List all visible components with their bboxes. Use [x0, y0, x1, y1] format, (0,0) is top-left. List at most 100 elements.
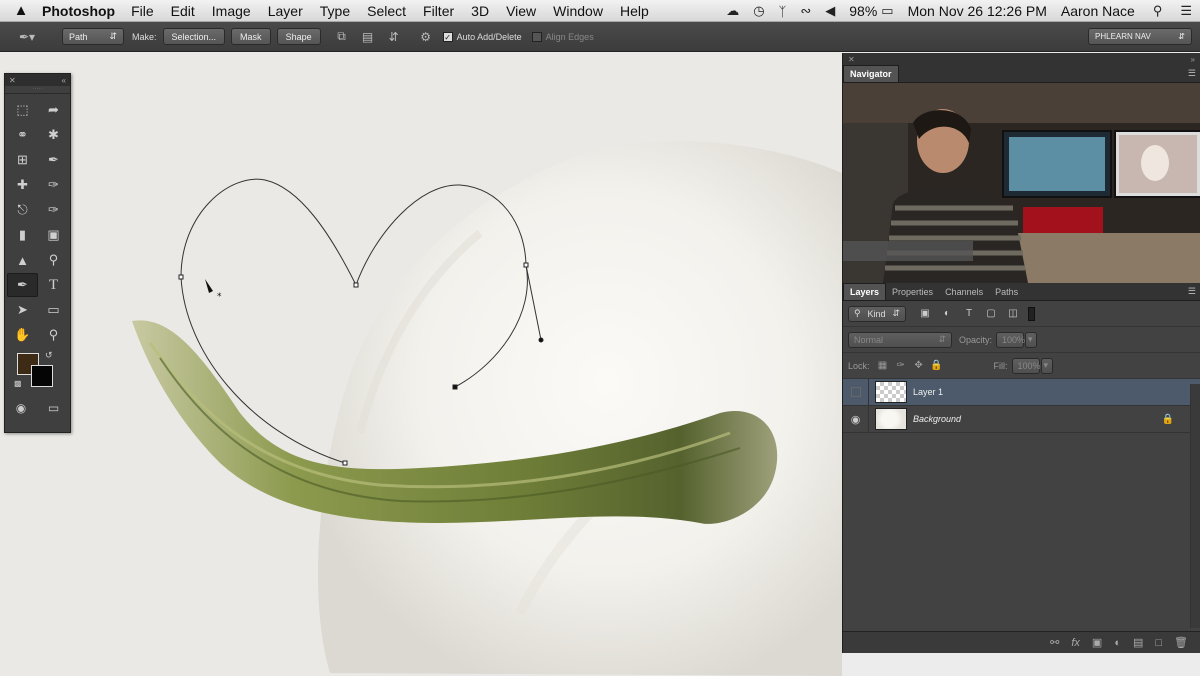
default-colors-icon[interactable]: ▩: [14, 379, 22, 388]
document-canvas[interactable]: *: [0, 53, 842, 676]
layer-name[interactable]: Layer 1: [913, 387, 943, 397]
panel-menu-icon[interactable]: ☰: [1188, 68, 1196, 79]
add-mask-icon[interactable]: ▣: [1092, 636, 1102, 649]
fill-dropdown-icon[interactable]: ▾: [1040, 357, 1053, 374]
marquee-tool-icon[interactable]: ⬚: [7, 98, 38, 122]
collapse-icon[interactable]: «: [62, 76, 66, 85]
dodge-tool-icon[interactable]: ⚲: [38, 248, 69, 272]
close-icon[interactable]: ✕: [9, 76, 16, 85]
crop-tool-icon[interactable]: ⊞: [7, 148, 38, 172]
pen-mode-select[interactable]: Path ⇵: [62, 28, 124, 45]
lock-transparent-pixels-icon[interactable]: ▦: [874, 360, 892, 371]
menu-image[interactable]: Image: [212, 3, 251, 19]
menu-view[interactable]: View: [506, 3, 536, 19]
path-alignment-icon[interactable]: ▤: [359, 30, 377, 44]
tab-layers[interactable]: Layers: [843, 283, 887, 300]
layer-style-fx-icon[interactable]: fx: [1071, 637, 1080, 649]
menu-type[interactable]: Type: [320, 3, 350, 19]
make-selection-button[interactable]: Selection...: [162, 28, 226, 45]
type-tool-icon[interactable]: T: [38, 273, 69, 297]
menu-file[interactable]: File: [131, 3, 154, 19]
auto-add-delete-checkbox[interactable]: ✓: [442, 31, 453, 42]
clone-stamp-tool-icon[interactable]: ⎋: [7, 198, 38, 222]
pen-tool-icon[interactable]: ✒: [7, 273, 38, 297]
menu-select[interactable]: Select: [367, 3, 406, 19]
adjustment-layer-icon[interactable]: ◐: [1114, 637, 1121, 649]
filter-pixel-icon[interactable]: ▣: [914, 308, 936, 319]
eyedropper-tool-icon[interactable]: ✒: [38, 148, 69, 172]
gradient-tool-icon[interactable]: ▣: [38, 223, 69, 247]
brush-tool-icon[interactable]: ✑: [38, 173, 69, 197]
panel-grip[interactable]: ·····: [5, 86, 70, 94]
pen-tool-preset-icon[interactable]: ✒▾: [14, 30, 40, 44]
settings-gear-icon[interactable]: ⚙: [417, 30, 435, 44]
new-group-icon[interactable]: ▤: [1133, 636, 1143, 649]
make-mask-button[interactable]: Mask: [231, 28, 271, 45]
battery-icon[interactable]: ▭: [881, 3, 893, 19]
link-layers-icon[interactable]: ⚯: [1050, 636, 1059, 649]
layers-scrollbar[interactable]: [1190, 384, 1200, 628]
filter-smart-object-icon[interactable]: ◫: [1002, 308, 1024, 319]
hand-tool-icon[interactable]: ✋: [7, 323, 38, 347]
history-brush-tool-icon[interactable]: ✑: [38, 198, 69, 222]
list-icon[interactable]: ☰: [1180, 3, 1192, 19]
apple-menu-icon[interactable]: ▲: [0, 2, 42, 19]
navigator-preview[interactable]: [843, 83, 1200, 283]
swap-colors-icon[interactable]: ↺: [45, 350, 53, 361]
search-icon[interactable]: ⚲: [1153, 3, 1163, 19]
collapse-icon[interactable]: »: [1191, 55, 1195, 64]
layer-filter-kind-select[interactable]: ⚲ Kind ⇵: [848, 305, 906, 322]
screen-mode-icon[interactable]: ▭: [48, 401, 59, 415]
opacity-field[interactable]: 100%: [996, 331, 1025, 348]
panel-menu-icon[interactable]: ☰: [1188, 286, 1196, 297]
bluetooth-icon[interactable]: ᛉ: [779, 4, 787, 19]
healing-brush-tool-icon[interactable]: ✚: [7, 173, 38, 197]
tab-navigator[interactable]: Navigator: [843, 65, 899, 82]
close-icon[interactable]: ✕: [848, 55, 855, 64]
eye-icon[interactable]: ◉: [843, 405, 869, 433]
layer-name[interactable]: Background: [913, 414, 961, 424]
creative-cloud-icon[interactable]: ☁: [726, 3, 739, 19]
battery-percent[interactable]: 98%: [849, 3, 877, 19]
eraser-tool-icon[interactable]: ▮: [7, 223, 38, 247]
wifi-icon[interactable]: ∾: [800, 3, 811, 19]
filter-adjustment-icon[interactable]: ◐: [936, 308, 958, 319]
lock-image-pixels-icon[interactable]: ✑: [892, 360, 910, 371]
menu-window[interactable]: Window: [553, 3, 603, 19]
user-name[interactable]: Aaron Nace: [1061, 3, 1135, 19]
make-shape-button[interactable]: Shape: [276, 28, 321, 45]
fill-field[interactable]: 100%: [1011, 357, 1041, 374]
filter-toggle[interactable]: [1028, 306, 1035, 321]
layer-row-layer-1[interactable]: Layer 1: [843, 378, 1200, 406]
align-edges-checkbox[interactable]: [531, 31, 542, 42]
background-color-swatch[interactable]: [31, 365, 53, 387]
path-selection-tool-icon[interactable]: ➤: [7, 298, 38, 322]
layer-row-background[interactable]: ◉ Background 🔒: [843, 405, 1200, 433]
filter-type-icon[interactable]: T: [958, 308, 980, 319]
layer-thumbnail[interactable]: [875, 408, 907, 430]
quick-mask-icon[interactable]: ◉: [16, 401, 26, 415]
lock-position-icon[interactable]: ✥: [910, 360, 928, 371]
rectangle-tool-icon[interactable]: ▭: [38, 298, 69, 322]
clock[interactable]: Mon Nov 26 12:26 PM: [908, 3, 1047, 19]
workspace-select[interactable]: PHLEARN NAV ⇵: [1088, 28, 1192, 45]
time-machine-icon[interactable]: ◷: [753, 3, 764, 19]
menu-help[interactable]: Help: [620, 3, 649, 19]
menu-layer[interactable]: Layer: [268, 3, 303, 19]
delete-layer-icon[interactable]: 🗑: [1174, 636, 1188, 649]
new-layer-icon[interactable]: □: [1155, 637, 1162, 649]
visibility-toggle-empty[interactable]: [843, 378, 869, 406]
path-arrangement-icon[interactable]: ⇵: [385, 30, 403, 44]
opacity-dropdown-icon[interactable]: ▾: [1025, 331, 1038, 348]
blur-tool-icon[interactable]: ▲: [7, 248, 38, 272]
magic-wand-tool-icon[interactable]: ✱: [38, 123, 69, 147]
tab-paths[interactable]: Paths: [989, 283, 1024, 300]
volume-icon[interactable]: ◀: [825, 3, 835, 19]
lasso-tool-icon[interactable]: ⚭: [7, 123, 38, 147]
menu-3d[interactable]: 3D: [471, 3, 489, 19]
tab-channels[interactable]: Channels: [939, 283, 989, 300]
filter-shape-icon[interactable]: ▢: [980, 308, 1002, 319]
zoom-tool-icon[interactable]: ⚲: [38, 323, 69, 347]
lock-all-icon[interactable]: 🔒: [928, 360, 946, 371]
menu-edit[interactable]: Edit: [171, 3, 195, 19]
